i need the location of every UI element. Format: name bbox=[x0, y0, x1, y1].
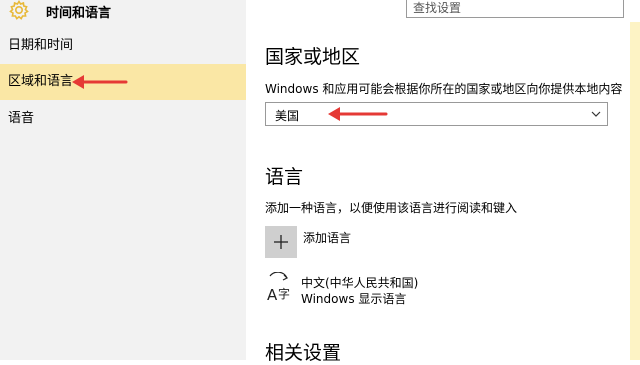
language-subtitle: Windows 显示语言 bbox=[301, 292, 407, 306]
region-selected-value: 美国 bbox=[275, 109, 300, 123]
svg-text:A: A bbox=[267, 286, 278, 304]
related-settings-heading: 相关设置 bbox=[265, 342, 342, 364]
language-heading: 语言 bbox=[265, 166, 304, 188]
search-input[interactable]: 查找设置 bbox=[406, 0, 624, 18]
gear-icon bbox=[9, 0, 29, 20]
language-list-item[interactable]: A 字 中文(中华人民共和国) Windows 显示语言 bbox=[265, 272, 505, 306]
scrollbar[interactable] bbox=[630, 22, 640, 360]
language-icon: A 字 bbox=[267, 272, 290, 304]
region-description: Windows 和应用可能会根据你所在的国家或地区向你提供本地内容 bbox=[265, 82, 623, 96]
sidebar-item-date-time[interactable]: 日期和时间 bbox=[0, 28, 246, 64]
page-title: 时间和语言 bbox=[46, 6, 112, 21]
plus-icon bbox=[265, 226, 297, 258]
svg-text:字: 字 bbox=[278, 286, 290, 301]
language-description: 添加一种语言，以便使用该语言进行阅读和键入 bbox=[265, 201, 518, 215]
sidebar-item-speech[interactable]: 语音 bbox=[0, 101, 246, 137]
chevron-down-icon bbox=[591, 111, 601, 117]
region-dropdown[interactable]: 美国 bbox=[265, 102, 608, 126]
add-language-label: 添加语言 bbox=[303, 231, 352, 245]
region-heading: 国家或地区 bbox=[265, 46, 361, 68]
header: 时间和语言 bbox=[0, 0, 246, 22]
annotation-arrow-icon bbox=[328, 107, 388, 121]
sidebar: 时间和语言 日期和时间 区域和语言 语音 bbox=[0, 0, 246, 360]
add-language-button[interactable]: 添加语言 bbox=[265, 226, 505, 258]
annotation-arrow-icon bbox=[72, 75, 128, 89]
language-name: 中文(中华人民共和国) bbox=[301, 276, 419, 290]
